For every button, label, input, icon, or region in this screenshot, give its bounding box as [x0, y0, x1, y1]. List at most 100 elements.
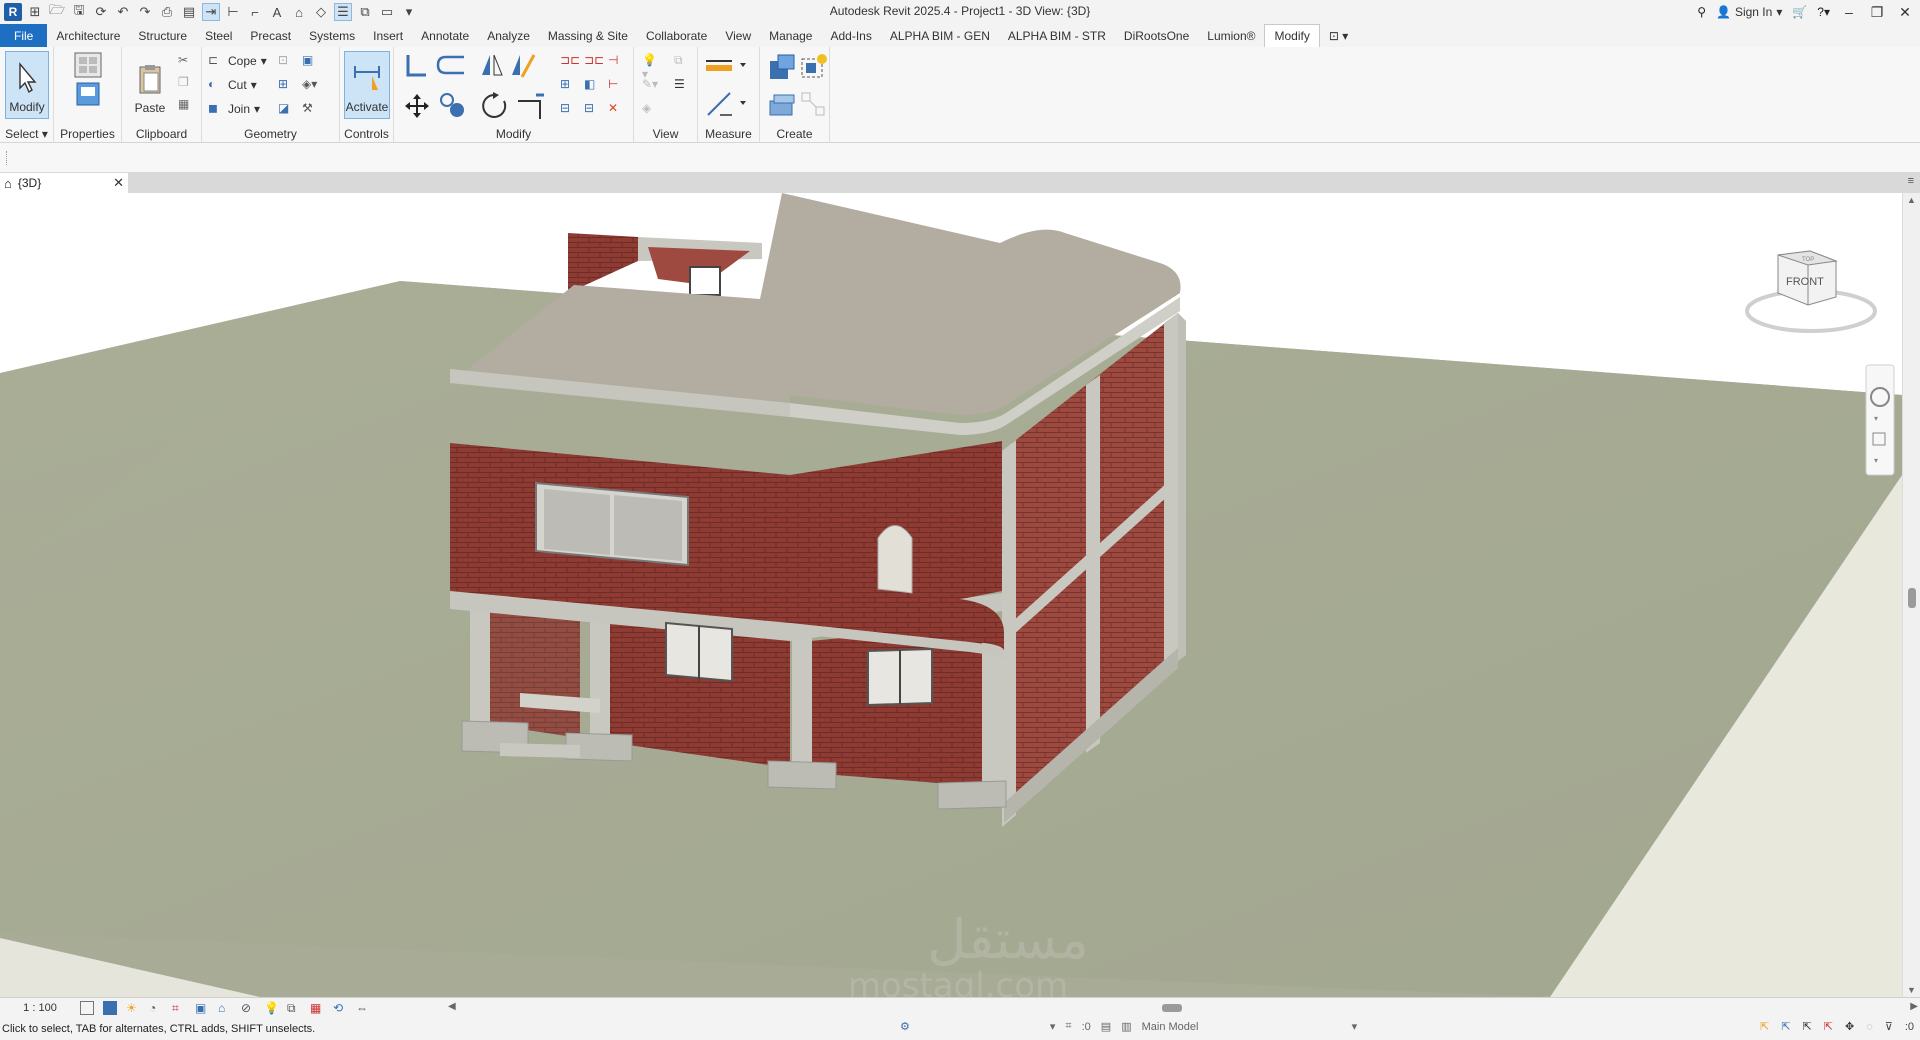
customize-qat-icon[interactable]: ▾ — [400, 3, 418, 21]
3d-model-view[interactable]: FRONT TOP ▾ ▾ مستقل mostaql.com — [0, 193, 1902, 997]
view-tab-3d[interactable]: ⌂ {3D} ✕ — [0, 173, 128, 193]
hide-element-icon[interactable]: 💡▾ — [642, 53, 660, 81]
home-icon[interactable]: ⊞ — [26, 3, 44, 21]
revit-app-button[interactable]: R — [4, 3, 22, 21]
sync-icon[interactable]: ⟳ — [92, 3, 110, 21]
align-icon[interactable] — [404, 53, 428, 77]
drawing-area[interactable]: FRONT TOP ▾ ▾ مستقل mostaql.com — [0, 193, 1902, 997]
tab-alpha-bim-gen[interactable]: ALPHA BIM - GEN — [881, 24, 999, 47]
scroll-left-icon[interactable]: ◀ — [448, 1001, 456, 1012]
wall-profile-icon[interactable]: ◪ — [278, 101, 296, 119]
trim-extend-icon[interactable]: ⊣ — [608, 53, 626, 71]
create-similar-icon[interactable] — [800, 91, 828, 119]
scroll-right-icon[interactable]: ▶ — [1910, 1001, 1918, 1012]
cart-icon[interactable]: 🛒 — [1792, 5, 1807, 19]
view-scale[interactable]: 1 : 100 — [0, 1002, 80, 1014]
scale-icon[interactable]: ◧ — [584, 77, 602, 95]
viewcube[interactable]: FRONT TOP — [1745, 250, 1877, 333]
binoculars-icon[interactable]: ⚲ — [1697, 5, 1706, 19]
design-options-icon[interactable]: ▤ — [1101, 1020, 1111, 1033]
tab-collaborate[interactable]: Collaborate — [637, 24, 716, 47]
horizontal-scrollbar[interactable]: ◀ ▶ — [448, 1001, 1918, 1015]
print-icon[interactable]: ⎙ — [158, 3, 176, 21]
tab-lumion[interactable]: Lumion® — [1198, 24, 1264, 47]
text-icon[interactable]: A — [268, 3, 286, 21]
show-crop-region-icon[interactable]: ▣ — [195, 1001, 209, 1015]
detail-level-icon[interactable] — [80, 1000, 94, 1015]
match-type-icon[interactable]: ▦ — [178, 97, 196, 115]
tab-massing-site[interactable]: Massing & Site — [539, 24, 637, 47]
worksets-dropdown-icon[interactable]: ▾ — [1050, 1020, 1056, 1033]
aligned-dimension-icon[interactable] — [704, 89, 748, 119]
close-hidden-windows-icon[interactable]: ⧉ — [356, 3, 374, 21]
dimension-icon[interactable]: ⊢ — [224, 3, 242, 21]
wall-joins-icon[interactable]: ⊡ — [278, 53, 296, 71]
model-selector-icon[interactable]: ▥ — [1121, 1020, 1131, 1033]
reveal-hidden-icon[interactable]: 💡 — [264, 1001, 279, 1015]
lock-3d-view-icon[interactable]: ⌂ — [218, 1001, 232, 1015]
tab-structure[interactable]: Structure — [129, 24, 196, 47]
worksets-icon[interactable]: ⚙ — [900, 1020, 910, 1033]
cut-scissors-icon[interactable]: ✂ — [178, 53, 196, 71]
model-dropdown-icon[interactable]: ▾ — [1352, 1020, 1358, 1033]
open-icon[interactable]: 🗁 — [48, 2, 66, 21]
select-underlay-icon[interactable]: ⇱ — [1781, 1020, 1790, 1033]
copy-icon[interactable]: ❐ — [178, 75, 196, 93]
vertical-scroll-thumb[interactable] — [1908, 588, 1916, 608]
tab-systems[interactable]: Systems — [300, 24, 364, 47]
tab-dirootsone[interactable]: DiRootsOne — [1115, 24, 1198, 47]
create-assembly-icon[interactable] — [768, 91, 796, 119]
select-links-icon[interactable]: ⇱ — [1760, 1020, 1769, 1033]
array-icon[interactable]: ⊞ — [560, 77, 578, 95]
paint-icon[interactable]: ◈▾ — [302, 77, 320, 95]
delete-icon[interactable]: ✕ — [608, 101, 626, 119]
drag-elements-icon[interactable]: ✥ — [1845, 1020, 1854, 1033]
section-icon[interactable]: ◇ — [312, 3, 330, 21]
restore-icon[interactable]: ❐ — [1868, 4, 1886, 21]
crop-view-icon[interactable]: ⌗ — [172, 1001, 186, 1015]
pdf-icon[interactable]: ▤ — [180, 3, 198, 21]
trim-extend-corner-icon[interactable] — [516, 91, 546, 121]
worksharing-display-icon[interactable]: ▦ — [310, 1001, 324, 1015]
horizontal-scroll-thumb[interactable] — [1162, 1004, 1182, 1012]
ribbon-minimize-icon[interactable]: ⊡ ▾ — [1320, 24, 1357, 47]
editable-only-icon[interactable]: ⌗ — [1065, 1020, 1071, 1033]
demolish-icon[interactable]: ⚒ — [302, 101, 320, 119]
split-with-gap-icon[interactable]: ⊐⊏ — [584, 53, 604, 71]
zoom-dropdown-icon[interactable]: ▾ — [1874, 456, 1878, 465]
close-view-tab-icon[interactable]: ✕ — [113, 175, 124, 191]
rotate-icon[interactable] — [480, 91, 510, 121]
highlight-displacement-icon[interactable]: ⇔ — [356, 1001, 370, 1015]
trim-extend-multiple-icon[interactable]: ⊢ — [608, 77, 626, 95]
select-pinned-icon[interactable]: ⇱ — [1803, 1020, 1812, 1033]
close-window-icon[interactable]: ✕ — [1896, 4, 1914, 21]
switch-windows-icon[interactable]: ▭ — [378, 3, 396, 21]
tab-insert[interactable]: Insert — [364, 24, 412, 47]
mirror-draw-axis-icon[interactable] — [508, 51, 536, 79]
tab-alpha-bim-str[interactable]: ALPHA BIM - STR — [999, 24, 1115, 47]
scroll-up-icon[interactable]: ▲ — [1907, 195, 1916, 205]
split-face-icon[interactable]: ▣ — [302, 53, 320, 71]
mirror-pick-axis-icon[interactable] — [478, 51, 506, 79]
undo-icon[interactable]: ↶ — [114, 3, 132, 21]
cope-button[interactable]: ⊏ Cope ▾ — [208, 51, 267, 71]
vertical-scrollbar[interactable]: ▲ ▼ — [1902, 193, 1920, 997]
sun-path-icon[interactable]: ☀ — [126, 1001, 140, 1015]
beam-column-joins-icon[interactable]: ⊞ — [278, 77, 296, 95]
view-tabs-menu-icon[interactable]: ≡ — [1908, 175, 1914, 187]
visual-style-icon[interactable] — [103, 1000, 117, 1015]
window-lower-right[interactable] — [867, 647, 933, 707]
activate-button[interactable]: Activate — [344, 51, 390, 119]
minimize-icon[interactable]: – — [1840, 4, 1858, 20]
create-group-icon[interactable] — [798, 51, 828, 81]
type-properties-icon[interactable] — [71, 51, 105, 111]
thin-lines-icon[interactable]: ☰ — [334, 3, 352, 21]
paste-button[interactable]: Paste — [128, 51, 172, 119]
tab-steel[interactable]: Steel — [196, 24, 241, 47]
override-graphics-icon[interactable]: ⧉ — [674, 53, 692, 71]
select-panel-title[interactable]: Select ▾ — [0, 127, 53, 141]
tab-precast[interactable]: Precast — [241, 24, 300, 47]
sign-in-button[interactable]: 👤 Sign In ▾ — [1716, 5, 1782, 19]
offset-icon[interactable] — [436, 53, 468, 77]
measure-between-references-icon[interactable] — [704, 55, 748, 75]
